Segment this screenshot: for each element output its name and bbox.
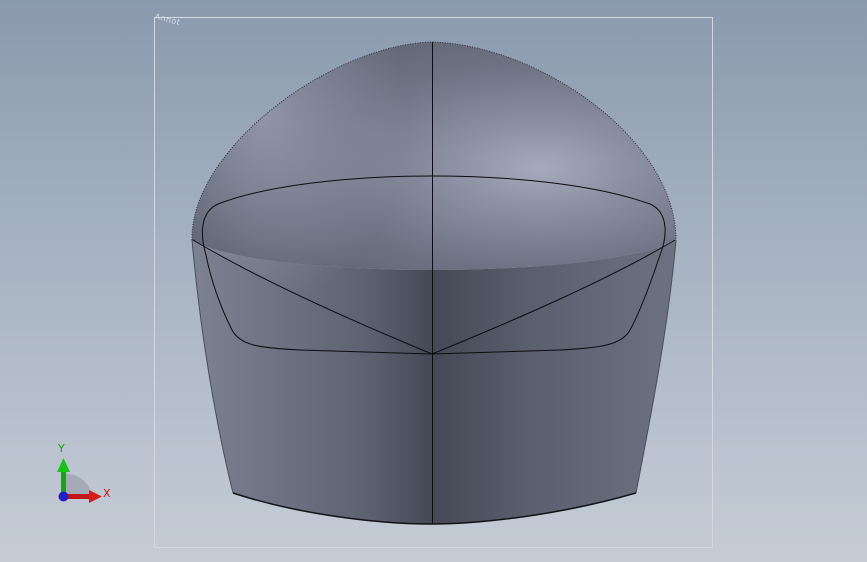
x-axis-arrowhead (89, 490, 102, 503)
triad-rotation-arc (64, 473, 92, 496)
model-canvas[interactable] (0, 0, 867, 562)
reference-triad[interactable] (57, 458, 102, 503)
y-axis-label: Y (58, 442, 65, 455)
graphics-viewport[interactable]: Annot Y X (0, 0, 867, 562)
x-axis-label: X (103, 487, 111, 500)
z-axis-marker (58, 491, 69, 502)
y-axis-arrowhead (57, 458, 70, 472)
model-body[interactable] (192, 240, 676, 524)
